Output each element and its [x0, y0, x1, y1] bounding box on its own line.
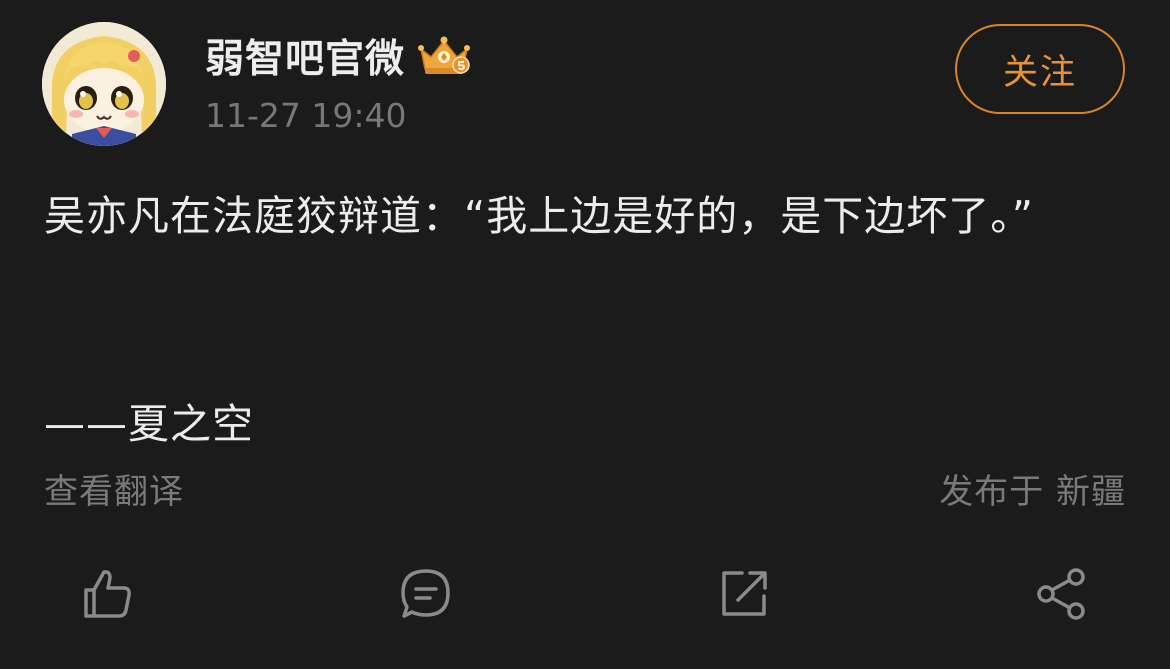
- view-translation-link[interactable]: 查看翻译: [44, 464, 184, 513]
- share-button[interactable]: [1034, 566, 1090, 622]
- post-timestamp: 11-27 19:40: [205, 96, 407, 135]
- repost-icon: [722, 571, 767, 616]
- post-text: 吴亦凡在法庭狡辩道：“我上边是好的，是下边坏了。”: [44, 192, 1034, 240]
- post-location: 发布于 新疆: [939, 472, 1126, 512]
- repost-button[interactable]: [716, 566, 772, 622]
- weibo-post: 弱智吧官微 11-27 19:40 关注 吴亦凡在法庭狡辩道：“我上边是好的，是…: [0, 0, 1170, 669]
- avatar[interactable]: [42, 22, 166, 146]
- like-button[interactable]: [80, 566, 136, 622]
- username-row: 弱智吧官微: [205, 28, 473, 84]
- crown-badge-icon: [415, 35, 473, 77]
- follow-button[interactable]: 关注: [955, 24, 1125, 114]
- comment-icon: [401, 569, 450, 618]
- post-signature: ——夏之空: [44, 400, 254, 448]
- thumbs-up-icon: [84, 570, 131, 618]
- share-icon: [1037, 568, 1085, 620]
- cartoon-girl-avatar-icon: [42, 22, 166, 146]
- comment-button[interactable]: [398, 566, 454, 622]
- username[interactable]: 弱智吧官微: [205, 28, 405, 84]
